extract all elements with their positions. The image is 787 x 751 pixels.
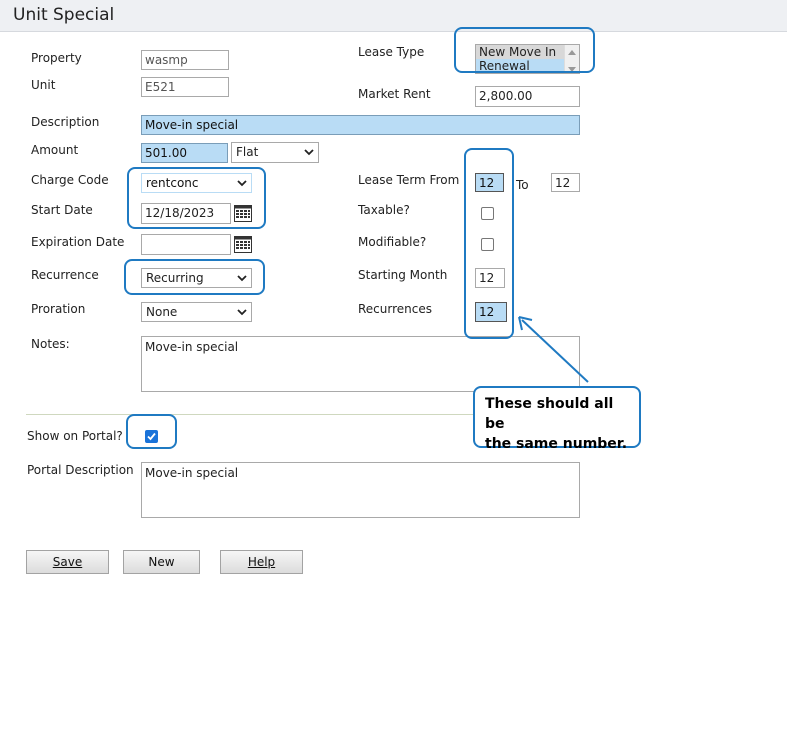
property-label: Property (31, 51, 82, 65)
unit-field[interactable]: E521 (141, 77, 229, 97)
calendar-icon[interactable] (234, 236, 252, 253)
proration-select[interactable]: None (141, 302, 252, 322)
show-on-portal-callout (126, 414, 177, 449)
arrow-icon (518, 316, 589, 383)
market-rent-label: Market Rent (358, 87, 431, 101)
lease-type-callout (454, 27, 595, 73)
notes-label: Notes: (31, 337, 70, 351)
chevron-down-icon (304, 149, 314, 156)
expiration-date-field[interactable] (141, 234, 231, 255)
chevron-down-icon (237, 309, 247, 316)
amount-type-select[interactable]: Flat (231, 142, 319, 163)
starting-month-label: Starting Month (358, 268, 448, 282)
show-on-portal-label: Show on Portal? (27, 429, 123, 443)
taxable-label: Taxable? (358, 203, 410, 217)
description-field[interactable]: Move-in special (141, 115, 580, 135)
description-label: Description (31, 115, 100, 129)
help-button[interactable]: Help (220, 550, 303, 574)
title-bar (0, 0, 787, 32)
portal-description-textarea[interactable]: Move-in special (141, 462, 580, 518)
save-button-label: Save (52, 555, 83, 569)
amount-label: Amount (31, 143, 79, 157)
new-button-label: New (148, 555, 175, 569)
market-rent-field[interactable]: 2,800.00 (475, 86, 580, 107)
recurrence-callout (124, 259, 265, 295)
save-button[interactable]: Save (26, 550, 109, 574)
charge-code-callout (127, 167, 266, 229)
annotation-line: These should all be (485, 396, 614, 432)
charge-code-label: Charge Code (31, 173, 109, 187)
page-title: Unit Special (13, 5, 115, 25)
lease-term-from-label: Lease Term From (358, 173, 460, 187)
lease-term-to-field[interactable]: 12 (551, 173, 580, 192)
annotation-line: the same number. (485, 436, 628, 452)
amount-field[interactable]: 501.00 (141, 143, 228, 163)
amount-type-value: Flat (236, 145, 259, 159)
start-date-label: Start Date (31, 203, 93, 217)
unit-label: Unit (31, 78, 56, 92)
portal-description-label: Portal Description (27, 463, 134, 477)
annotation-note: These should all be the same number. (473, 386, 641, 452)
lease-type-label: Lease Type (358, 45, 425, 59)
new-button[interactable]: New (123, 550, 200, 574)
expiration-date-label: Expiration Date (31, 235, 125, 249)
help-button-label: Help (247, 555, 276, 569)
modifiable-label: Modifiable? (358, 235, 427, 249)
proration-value: None (146, 305, 178, 319)
lease-fields-callout (464, 148, 514, 339)
proration-label: Proration (31, 302, 86, 316)
lease-term-to-label: To (516, 178, 529, 192)
property-field[interactable]: wasmp (141, 50, 229, 70)
recurrence-label: Recurrence (31, 268, 99, 282)
recurrences-label: Recurrences (358, 302, 432, 316)
